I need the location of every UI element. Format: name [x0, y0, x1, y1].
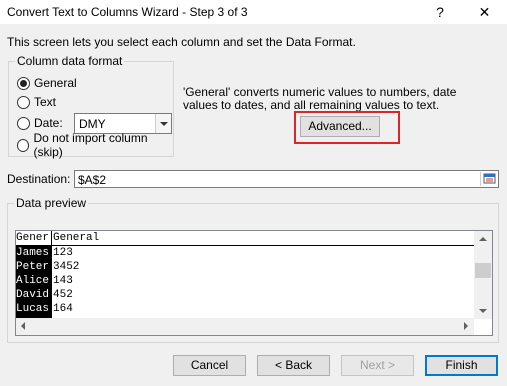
- radio-text-indicator[interactable]: [17, 95, 30, 109]
- data-preview-table[interactable]: Gener James Peter Alice David Lucas Gene…: [15, 230, 493, 336]
- preview-column-1[interactable]: Gener James Peter Alice David Lucas: [16, 231, 52, 322]
- preview-grid: Gener James Peter Alice David Lucas Gene…: [16, 231, 474, 322]
- radio-text[interactable]: Text: [17, 94, 56, 110]
- finish-button[interactable]: Finish: [425, 355, 498, 376]
- destination-field[interactable]: $A$2: [74, 170, 499, 188]
- radio-date-indicator[interactable]: [17, 116, 30, 130]
- cancel-button[interactable]: Cancel: [173, 355, 246, 376]
- close-button[interactable]: ✕: [462, 0, 507, 24]
- scroll-up-icon[interactable]: [479, 237, 487, 241]
- vertical-scrollbar[interactable]: [474, 231, 492, 319]
- date-format-value: DMY: [79, 117, 106, 131]
- help-button[interactable]: ?: [418, 0, 462, 24]
- window-title: Convert Text to Columns Wizard - Step 3 …: [7, 5, 248, 19]
- radio-general-label: General: [34, 76, 77, 90]
- preview-cell: 164: [53, 303, 73, 315]
- preview-header-2[interactable]: General: [52, 231, 474, 246]
- back-button[interactable]: < Back: [257, 355, 330, 376]
- preview-cell: 143: [53, 275, 73, 287]
- radio-skip-indicator[interactable]: [17, 138, 30, 152]
- destination-label: Destination:: [7, 172, 71, 186]
- data-preview-label: Data preview: [14, 196, 89, 210]
- preview-cell: 452: [53, 289, 73, 301]
- preview-cell: 3452: [53, 261, 80, 273]
- scroll-right-icon[interactable]: [464, 322, 468, 330]
- radio-date[interactable]: Date:: [17, 115, 63, 131]
- radio-skip-label: Do not import column (skip): [33, 131, 148, 159]
- next-button[interactable]: Next >: [341, 355, 414, 376]
- radio-date-label: Date:: [34, 116, 63, 130]
- preview-cell: Peter: [16, 261, 50, 273]
- scroll-down-icon[interactable]: [479, 309, 487, 313]
- vertical-scroll-thumb[interactable]: [475, 263, 491, 278]
- collapse-dialog-icon[interactable]: [480, 172, 497, 186]
- preview-cell: Lucas: [16, 303, 50, 315]
- preview-header-1[interactable]: Gener: [16, 231, 52, 246]
- horizontal-scrollbar[interactable]: [16, 318, 474, 335]
- column-format-group: Column data format General Text Date: DM…: [8, 54, 174, 159]
- radio-general-indicator[interactable]: [17, 76, 30, 90]
- intro-text: This screen lets you select each column …: [7, 35, 356, 49]
- preview-column-2[interactable]: General 123 3452 143 452 164: [52, 231, 474, 322]
- preview-cell: 123: [53, 247, 73, 259]
- radio-text-label: Text: [34, 95, 57, 109]
- advanced-button[interactable]: Advanced...: [300, 116, 380, 137]
- preview-cell: David: [16, 289, 50, 301]
- scroll-left-icon[interactable]: [21, 322, 25, 330]
- preview-cell: Alice: [16, 275, 50, 287]
- destination-value: $A$2: [78, 173, 107, 187]
- column-format-label: Column data format: [15, 54, 125, 68]
- title-bar: Convert Text to Columns Wizard - Step 3 …: [0, 0, 507, 24]
- preview-cell: James: [16, 247, 50, 259]
- radio-skip[interactable]: Do not import column (skip): [17, 131, 173, 159]
- format-description: 'General' converts numeric values to num…: [183, 85, 457, 112]
- radio-general[interactable]: General: [17, 75, 77, 91]
